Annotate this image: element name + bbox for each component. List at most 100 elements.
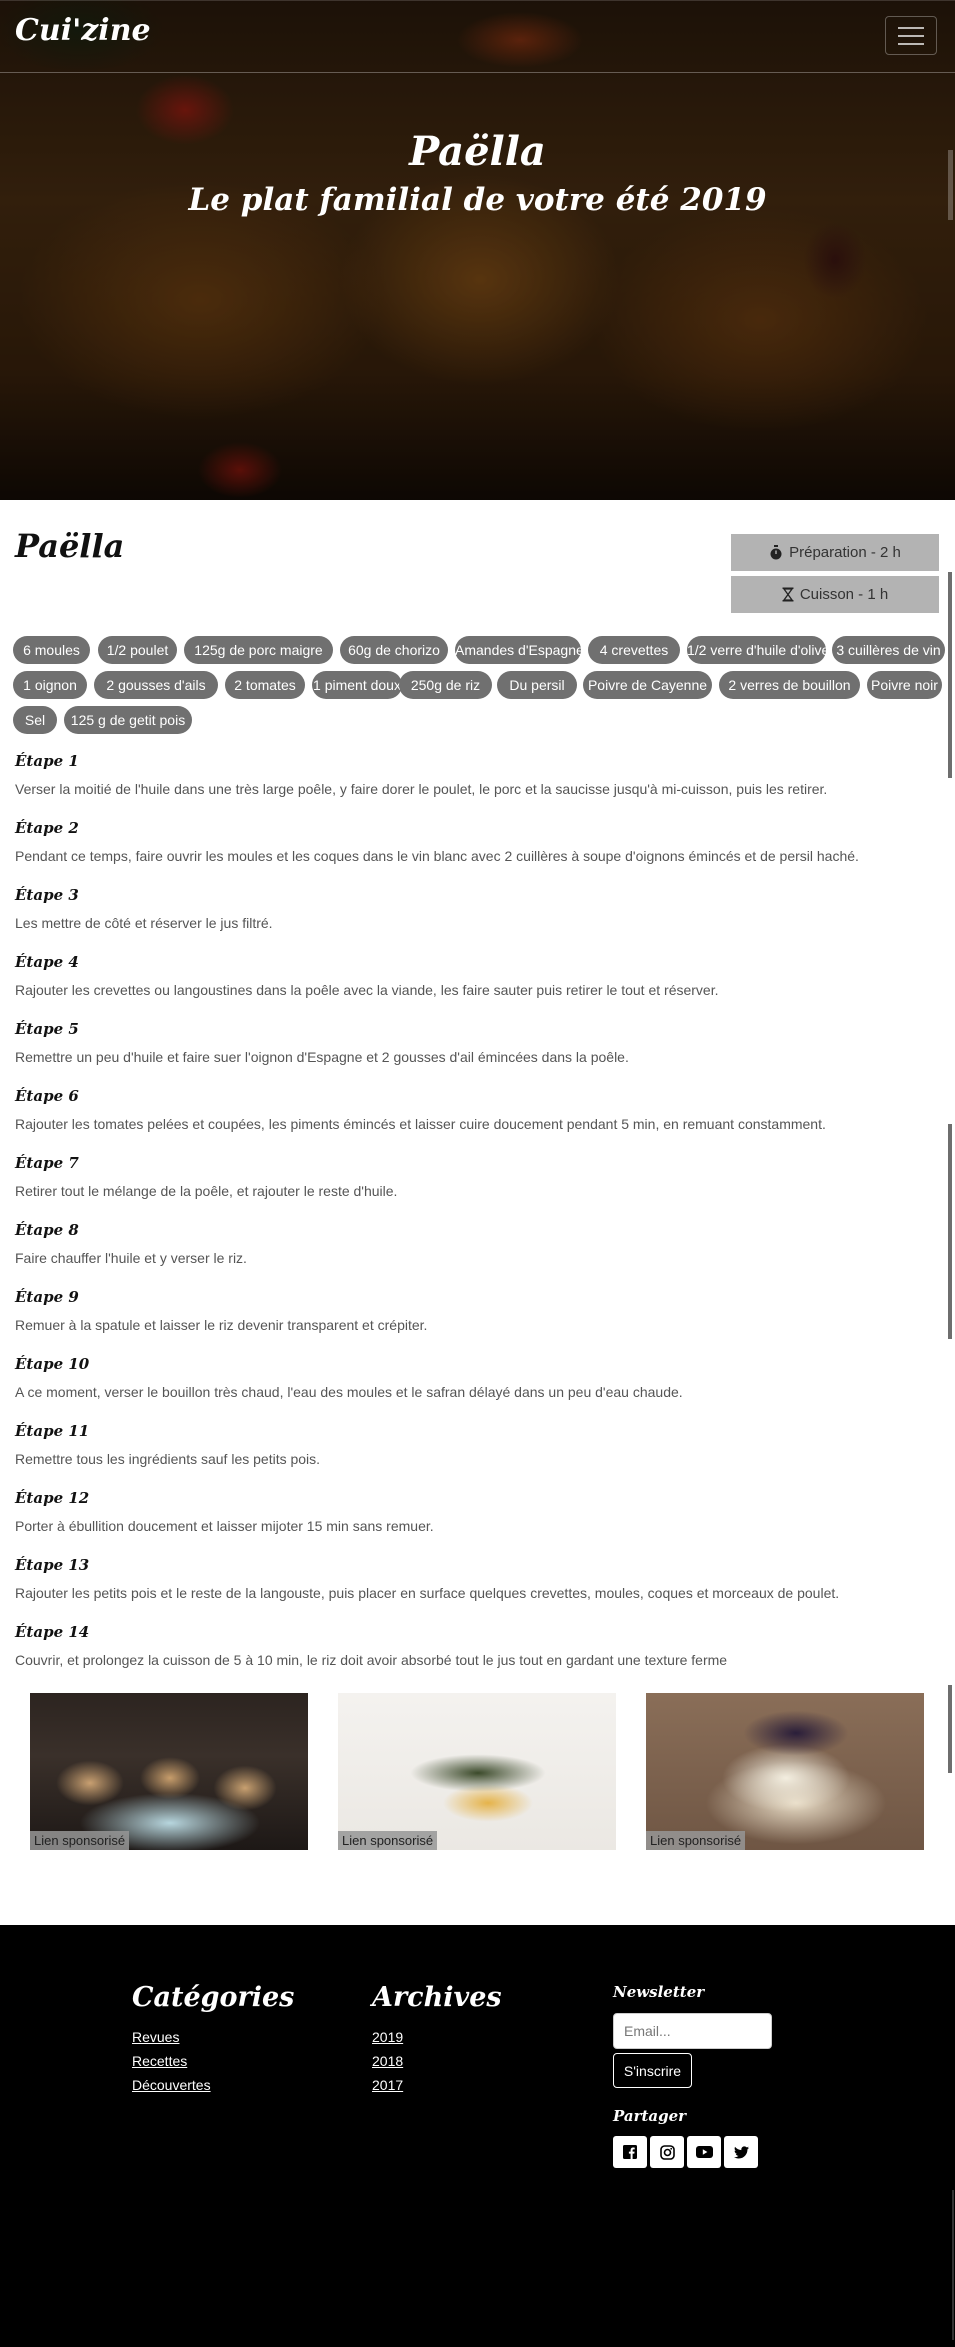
menu-toggle-button[interactable] — [885, 16, 937, 55]
ingredient-chip: 125 g de getit pois — [64, 706, 192, 734]
ingredient-chip: 4 crevettes — [588, 636, 680, 664]
ingredient-chip: 2 verres de bouillon — [719, 671, 860, 699]
archives-links: 2019 2018 2017 — [372, 2025, 403, 2097]
recipe-step: Étape 7 Retirer tout le mélange de la poê… — [15, 1154, 935, 1199]
ingredient-chip: 125g de porc maigre — [184, 636, 333, 664]
ingredient-chip: Poivre de Cayenne — [583, 671, 712, 699]
recipe-step: Étape 8 Faire chauffer l'huile et y verse… — [15, 1221, 935, 1266]
ingredient-chip: 1 oignon — [13, 671, 87, 699]
stopwatch-icon — [770, 545, 782, 560]
scrollbar-thumb[interactable] — [948, 1685, 952, 1773]
recipe-step: Étape 1 Verser la moitié de l'huile dans … — [15, 752, 935, 797]
preparation-time-label: Préparation - 2 h — [789, 544, 901, 561]
hourglass-icon — [782, 587, 794, 602]
recipe-step: Étape 11 Remettre tous les ingrédients sa… — [15, 1422, 935, 1467]
step-title: Étape 3 — [15, 886, 79, 904]
ingredient-chip: 60g de chorizo — [340, 636, 448, 664]
recipe-step: Étape 9 Remuer à la spatule et laisser le… — [15, 1288, 935, 1333]
categories-heading: Catégories — [132, 1982, 295, 2013]
recipe-step: Étape 5 Remettre un peu d'huile et faire … — [15, 1020, 935, 1065]
hero-title: Paëlla — [409, 128, 546, 175]
ingredient-chip: Du persil — [497, 671, 577, 699]
step-title: Étape 8 — [15, 1221, 79, 1239]
step-text: Remettre tous les ingrédients sauf les p… — [15, 1451, 321, 1467]
step-title: Étape 1 — [15, 752, 79, 770]
step-text: Retirer tout le mélange de la poêle, et … — [15, 1183, 398, 1199]
recipe-step: Étape 4 Rajouter les crevettes ou langous… — [15, 953, 935, 998]
step-text: Remettre un peu d'huile et faire suer l'… — [15, 1049, 629, 1065]
sponsored-label: Lien sponsorisé — [646, 1831, 746, 1850]
brand-logo[interactable]: Cui'zine — [15, 13, 151, 48]
hero-subtitle: Le plat familial de votre été 2019 — [188, 182, 767, 218]
hero-banner: Cui'zine Paëlla Le plat familial de votr… — [0, 0, 955, 500]
navbar: Cui'zine — [0, 0, 955, 73]
facebook-icon — [623, 2145, 637, 2159]
step-title: Étape 14 — [15, 1623, 90, 1641]
step-text: A ce moment, verser le bouillon très cha… — [15, 1384, 683, 1400]
cooking-time-badge: Cuisson - 1 h — [731, 576, 939, 613]
sponsored-card[interactable]: Lien sponsorisé — [646, 1693, 924, 1850]
ingredient-chip: 250g de riz — [399, 671, 492, 699]
scrollbar-thumb[interactable] — [948, 1124, 952, 1339]
step-title: Étape 2 — [15, 819, 79, 837]
archives-heading: Archives — [372, 1982, 502, 2013]
share-heading: Partager — [613, 2107, 687, 2125]
newsletter-email-input[interactable] — [613, 2013, 772, 2049]
subscribe-button[interactable]: S'inscrire — [613, 2053, 692, 2088]
ingredient-chip: 3 cuillères de vin — [832, 636, 945, 664]
step-title: Étape 13 — [15, 1556, 90, 1574]
step-text: Verser la moitié de l'huile dans une trè… — [15, 781, 828, 797]
recipe-step: Étape 6 Rajouter les tomates pelées et co… — [15, 1087, 935, 1132]
footer-link-recettes[interactable]: Recettes — [132, 2049, 211, 2073]
step-title: Étape 6 — [15, 1087, 79, 1105]
footer-link-decouvertes[interactable]: Découvertes — [132, 2073, 211, 2097]
hamburger-icon-bar — [898, 26, 924, 29]
step-text: Couvrir, et prolongez la cuisson de 5 à … — [15, 1652, 728, 1668]
step-title: Étape 10 — [15, 1355, 90, 1373]
share-youtube-button[interactable] — [687, 2136, 721, 2168]
ingredient-chip: 2 gousses d'ails — [94, 671, 218, 699]
instagram-icon — [659, 2144, 675, 2160]
categories-links: Revues Recettes Découvertes — [132, 2025, 211, 2097]
step-text: Faire chauffer l'huile et y verser le ri… — [15, 1250, 247, 1266]
hero-scrollbar[interactable] — [948, 150, 953, 220]
step-title: Étape 7 — [15, 1154, 79, 1172]
step-title: Étape 9 — [15, 1288, 79, 1306]
recipe-step: Étape 12 Porter à ébullition doucement et… — [15, 1489, 935, 1534]
cooking-time-label: Cuisson - 1 h — [799, 586, 889, 603]
sponsored-label: Lien sponsorisé — [30, 1831, 130, 1850]
step-title: Étape 5 — [15, 1020, 79, 1038]
share-instagram-button[interactable] — [650, 2136, 684, 2168]
share-facebook-button[interactable] — [613, 2136, 647, 2168]
youtube-icon — [695, 2146, 713, 2158]
footer-link-2018[interactable]: 2018 — [372, 2049, 403, 2073]
step-title: Étape 11 — [15, 1422, 90, 1440]
step-text: Remuer à la spatule et laisser le riz de… — [15, 1317, 428, 1333]
ingredient-chip: Amandes d'Espagne — [455, 636, 584, 664]
recipe-title: Paëlla — [15, 527, 125, 565]
step-text: Rajouter les crevettes ou langoustines d… — [15, 982, 719, 998]
recipe-step: Étape 13 Rajouter les petits pois et le r… — [15, 1556, 935, 1601]
sponsored-card[interactable]: Lien sponsorisé — [338, 1693, 616, 1850]
footer-scrollbar[interactable] — [952, 2190, 954, 2340]
hamburger-icon-bar — [898, 34, 924, 37]
sponsored-card[interactable]: Lien sponsorisé — [30, 1693, 308, 1850]
recipe-step: Étape 14 Couvrir, et prolongez la cuisson… — [15, 1623, 935, 1668]
footer-link-2017[interactable]: 2017 — [372, 2073, 403, 2097]
step-text: Porter à ébullition doucement et laisser… — [15, 1518, 434, 1534]
footer-link-revues[interactable]: Revues — [132, 2025, 211, 2049]
ingredient-chip: 2 tomates — [225, 671, 305, 699]
ingredient-chip: 1/2 verre d'huile d'olive — [687, 636, 829, 664]
recipe-step: Étape 2 Pendant ce temps, faire ouvrir le… — [15, 819, 935, 864]
scrollbar-thumb[interactable] — [948, 572, 952, 778]
recipe-step: Étape 10 A ce moment, verser le bouillon … — [15, 1355, 935, 1400]
step-text: Rajouter les tomates pelées et coupées, … — [15, 1116, 826, 1132]
ingredient-chip: 6 moules — [13, 636, 90, 664]
step-title: Étape 4 — [15, 953, 79, 971]
newsletter-heading: Newsletter — [613, 1983, 705, 2001]
step-title: Étape 12 — [15, 1489, 90, 1507]
step-text: Pendant ce temps, faire ouvrir les moule… — [15, 848, 859, 864]
footer-link-2019[interactable]: 2019 — [372, 2025, 403, 2049]
share-twitter-button[interactable] — [724, 2136, 758, 2168]
hamburger-icon-bar — [898, 42, 924, 45]
